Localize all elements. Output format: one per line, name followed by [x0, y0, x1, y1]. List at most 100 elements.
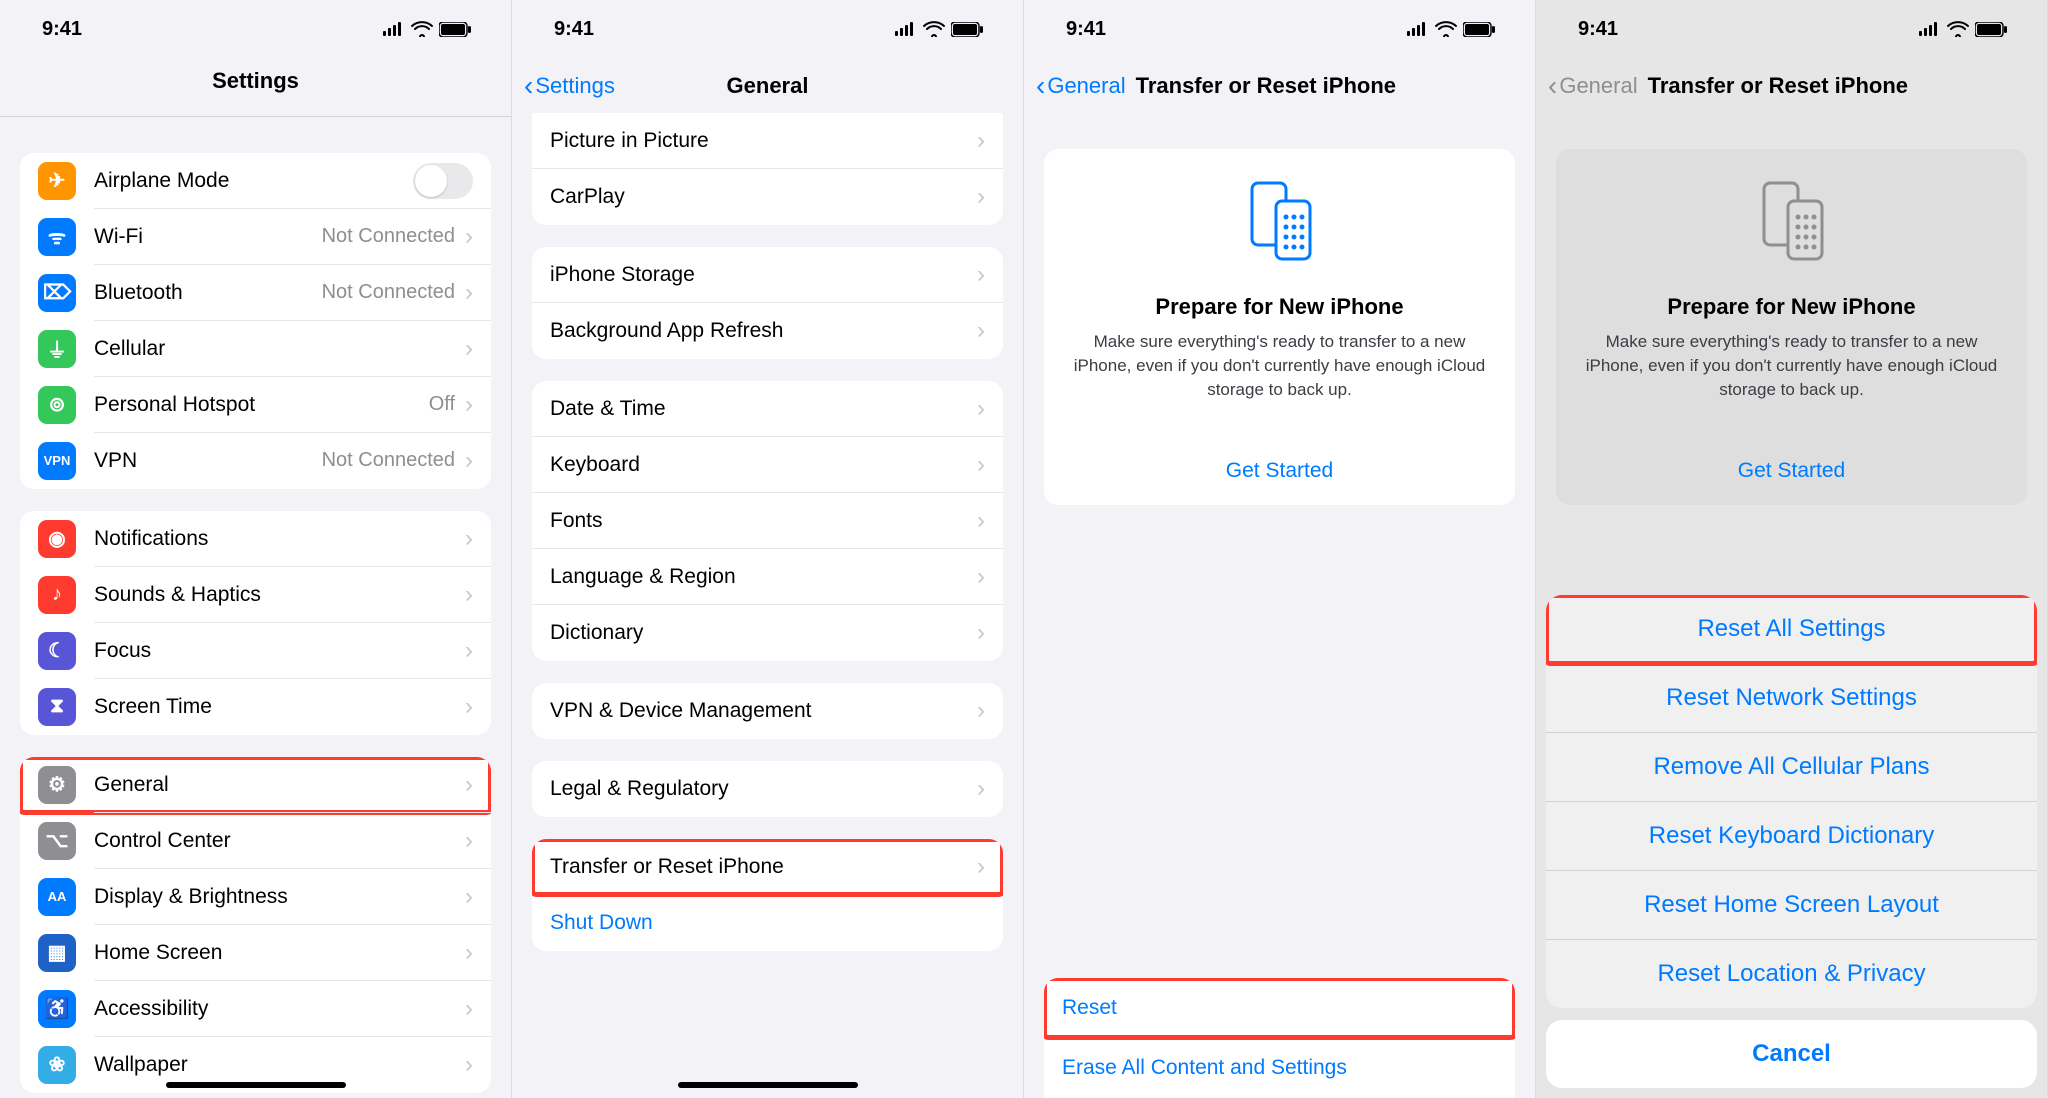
settings-row-bluetooth[interactable]: ⌦BluetoothNot Connected› — [20, 265, 491, 321]
settings-row-notifications[interactable]: ◉Notifications› — [20, 511, 491, 567]
home-screen-icon: ▦ — [38, 934, 76, 972]
general-row-dictionary[interactable]: Dictionary› — [532, 605, 1003, 661]
sheet-item-remove-all-cellular-plans[interactable]: Remove All Cellular Plans — [1546, 733, 2037, 802]
settings-row-wi-fi[interactable]: ᯤWi-FiNot Connected› — [20, 209, 491, 265]
nav-bar: ‹ General Transfer or Reset iPhone — [1536, 58, 2047, 113]
focus-icon: ☾ — [38, 632, 76, 670]
settings-row-display-brightness[interactable]: AADisplay & Brightness› — [20, 869, 491, 925]
sheet-cancel-button[interactable]: Cancel — [1546, 1020, 2037, 1088]
chevron-right-icon: › — [465, 337, 473, 361]
back-button[interactable]: ‹ Settings — [524, 72, 615, 100]
row-label: Sounds & Haptics — [94, 583, 465, 607]
card-heading: Prepare for New iPhone — [1070, 294, 1489, 320]
sheet-item-reset-all-settings[interactable]: Reset All Settings — [1546, 595, 2037, 664]
sheet-item-reset-network-settings[interactable]: Reset Network Settings — [1546, 664, 2037, 733]
devices-icon — [1242, 181, 1318, 261]
row-label: Fonts — [550, 509, 977, 533]
hotspot-icon: ⊚ — [38, 386, 76, 424]
general-row-picture-in-picture[interactable]: Picture in Picture› — [532, 113, 1003, 169]
row-label: Reset — [1062, 996, 1497, 1020]
chevron-right-icon: › — [465, 829, 473, 853]
status-bar: 9:41 — [0, 0, 511, 58]
back-button: ‹ General — [1548, 72, 1638, 100]
settings-row-home-screen[interactable]: ▦Home Screen› — [20, 925, 491, 981]
settings-row-control-center[interactable]: ⌥Control Center› — [20, 813, 491, 869]
card-heading: Prepare for New iPhone — [1582, 294, 2001, 320]
toggle-switch[interactable] — [413, 163, 473, 199]
settings-row-personal-hotspot[interactable]: ⊚Personal HotspotOff› — [20, 377, 491, 433]
get-started-link[interactable]: Get Started — [1070, 459, 1489, 483]
sheet-options: Reset All SettingsReset Network Settings… — [1546, 595, 2037, 1008]
settings-row-focus[interactable]: ☾Focus› — [20, 623, 491, 679]
sheet-item-reset-keyboard-dictionary[interactable]: Reset Keyboard Dictionary — [1546, 802, 2037, 871]
action-sheet: Reset All SettingsReset Network Settings… — [1546, 595, 2037, 1098]
general-content[interactable]: Picture in Picture›CarPlay› iPhone Storag… — [512, 113, 1023, 1098]
general-row-keyboard[interactable]: Keyboard› — [532, 437, 1003, 493]
general-row-iphone-storage[interactable]: iPhone Storage› — [532, 247, 1003, 303]
settings-row-airplane-mode[interactable]: ✈Airplane Mode — [20, 153, 491, 209]
chevron-right-icon: › — [977, 185, 985, 209]
general-row-background-app-refresh[interactable]: Background App Refresh› — [532, 303, 1003, 359]
row-label: Focus — [94, 639, 465, 663]
chevron-right-icon: › — [465, 997, 473, 1021]
settings-row-screen-time[interactable]: ⧗Screen Time› — [20, 679, 491, 735]
settings-row-accessibility[interactable]: ♿Accessibility› — [20, 981, 491, 1037]
nav-bar: ‹ Settings General — [512, 58, 1023, 113]
chevron-right-icon: › — [977, 263, 985, 287]
option-reset[interactable]: Reset — [1044, 978, 1515, 1038]
back-label: Settings — [535, 73, 615, 99]
signal-icon — [1919, 22, 1941, 36]
card-body: Make sure everything's ready to transfer… — [1070, 330, 1489, 401]
chevron-right-icon: › — [977, 565, 985, 589]
row-label: Personal Hotspot — [94, 393, 429, 417]
status-time: 9:41 — [1578, 18, 1618, 41]
general-row-vpn-device-management[interactable]: VPN & Device Management› — [532, 683, 1003, 739]
settings-content[interactable]: ✈Airplane ModeᯤWi-FiNot Connected›⌦Bluet… — [0, 117, 511, 1098]
accessibility-icon: ♿ — [38, 990, 76, 1028]
general-group: VPN & Device Management› — [532, 683, 1003, 739]
chevron-right-icon: › — [977, 129, 985, 153]
vpn-icon: VPN — [38, 442, 76, 480]
sheet-item-reset-location-privacy[interactable]: Reset Location & Privacy — [1546, 940, 2037, 1008]
nav-bar: ‹ General Transfer or Reset iPhone — [1024, 58, 1535, 113]
back-button[interactable]: ‹ General — [1036, 72, 1126, 100]
settings-row-sounds-haptics[interactable]: ♪Sounds & Haptics› — [20, 567, 491, 623]
settings-group: ⚙General›⌥Control Center›AADisplay & Bri… — [20, 757, 491, 1093]
row-label: iPhone Storage — [550, 263, 977, 287]
general-row-language-region[interactable]: Language & Region› — [532, 549, 1003, 605]
sheet-item-reset-home-screen-layout[interactable]: Reset Home Screen Layout — [1546, 871, 2037, 940]
option-erase-all-content-and-settings[interactable]: Erase All Content and Settings — [1044, 1038, 1515, 1098]
general-row-shut-down[interactable]: Shut Down — [532, 895, 1003, 951]
wifi-icon — [411, 21, 433, 37]
battery-icon — [1463, 22, 1495, 37]
wifi-icon — [1435, 21, 1457, 37]
screentime-icon: ⧗ — [38, 688, 76, 726]
settings-row-cellular[interactable]: ⏚ Cellular› — [20, 321, 491, 377]
chevron-right-icon: › — [465, 695, 473, 719]
general-row-carplay[interactable]: CarPlay› — [532, 169, 1003, 225]
general-row-fonts[interactable]: Fonts› — [532, 493, 1003, 549]
general-row-transfer-or-reset-iphone[interactable]: Transfer or Reset iPhone› — [532, 839, 1003, 895]
status-bar: 9:41 — [512, 0, 1023, 58]
page-title: Transfer or Reset iPhone — [1136, 73, 1396, 99]
general-row-legal-regulatory[interactable]: Legal & Regulatory› — [532, 761, 1003, 817]
chevron-right-icon: › — [977, 319, 985, 343]
screen-general: 9:41 ‹ Settings General Picture in Pictu… — [512, 0, 1024, 1098]
settings-row-vpn[interactable]: VPNVPNNot Connected› — [20, 433, 491, 489]
settings-row-general[interactable]: ⚙General› — [20, 757, 491, 813]
page-title: Settings — [0, 58, 511, 116]
home-indicator[interactable] — [678, 1082, 858, 1088]
row-label: Cellular — [94, 337, 465, 361]
row-detail: Not Connected — [322, 281, 455, 304]
battery-icon — [951, 22, 983, 37]
general-row-date-time[interactable]: Date & Time› — [532, 381, 1003, 437]
chevron-right-icon: › — [465, 449, 473, 473]
prepare-card: Prepare for New iPhone Make sure everyth… — [1044, 149, 1515, 505]
screen-settings: 9:41 Settings ✈Airplane ModeᯤWi-FiNot Co… — [0, 0, 512, 1098]
status-bar: 9:41 — [1024, 0, 1535, 58]
row-label: Keyboard — [550, 453, 977, 477]
home-indicator[interactable] — [166, 1082, 346, 1088]
cellular-icon: ⏚ — [38, 330, 76, 368]
row-label: Display & Brightness — [94, 885, 465, 909]
control-center-icon: ⌥ — [38, 822, 76, 860]
